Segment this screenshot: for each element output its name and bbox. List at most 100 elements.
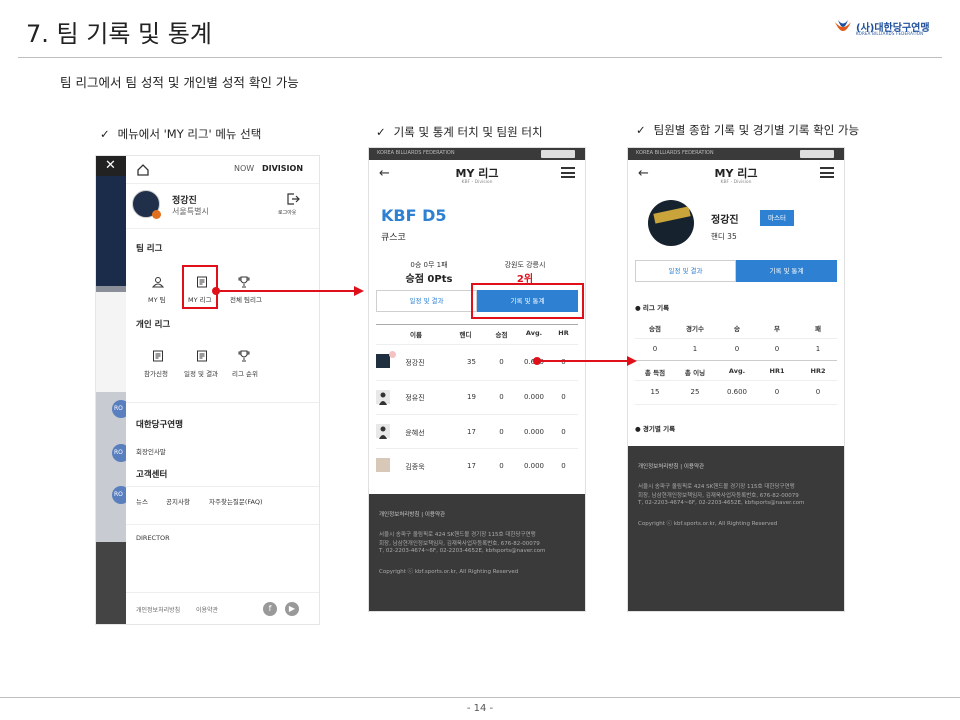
page-number: - 14 - [466,703,494,714]
col-points: 승점 [649,325,661,333]
footer-address: 서울시 송파구 올림픽로 424 SK핸드볼 경기장 115호 대한당구연맹 [379,532,536,538]
highlight-records-tab [471,283,584,319]
document-icon [197,350,207,362]
player-points: 0 [499,393,504,401]
player-avg: 0.000 [523,393,545,401]
logo-subtext: KOREA BILLIARDS FEDERATION [856,31,924,36]
home-icon[interactable] [136,163,150,177]
menu-faq[interactable]: 자주찾는질문(FAQ) [209,496,263,506]
col-hr2: HR2 [810,367,826,375]
page-title: MY 리그 [714,167,758,180]
arrow-line [537,360,629,362]
stat-hr1: 0 [774,388,780,396]
terms-link[interactable]: 이용약관 [684,464,704,470]
menu-all-team-league[interactable]: 전체 팀리그 [230,294,262,304]
match-record-heading: ● 경기별 기록 [635,425,676,433]
person-icon [152,277,164,288]
hamburger-menu-icon[interactable] [561,167,575,178]
player-name[interactable]: 정유진 [395,393,435,403]
menu-greeting[interactable]: 회장인사말 [136,446,166,456]
player-handi: 17 [467,428,476,436]
grade-badge: 마스터 [760,210,794,226]
team-club: 큐스코 [381,233,406,243]
privacy-link[interactable]: 개인정보처리방침 [638,464,678,470]
footer-links: 개인정보처리방침 | 이용약관 [638,464,705,470]
menu-league-rank[interactable]: 리그 순위 [232,368,258,378]
division-tab[interactable]: DIVISION [262,164,303,173]
trophy-icon [238,276,250,288]
player-points: 0 [499,462,504,470]
col-handi: 핸디 [459,331,472,339]
terms-link[interactable]: 이용약관 [196,605,218,614]
stat-total-score: 15 [650,388,660,396]
tab-schedule-results[interactable]: 일정 및 결과 [635,260,736,282]
terms-link[interactable]: 이용약관 [425,512,445,518]
tab-schedule-results[interactable]: 일정 및 결과 [376,290,477,312]
player-points: 0 [499,428,504,436]
team-region: 강원도 강릉시 [504,261,546,269]
youtube-icon[interactable]: ▶ [285,602,299,616]
player-name[interactable]: 김종욱 [395,462,435,472]
menu-news[interactable]: 뉴스 [136,496,148,506]
site-footer: 개인정보처리방침 | 이용약관 서울시 송파구 올림픽로 424 SK핸드볼 경… [628,446,844,611]
federation-bar: KOREA BILLIARDS FEDERATION [628,148,844,160]
arrow-head-icon [627,356,637,366]
menu-my-team[interactable]: MY 팀 [148,294,166,304]
player-name: 정강진 [711,215,739,226]
federation-logo-icon [835,20,851,31]
player-handi: 17 [467,462,476,470]
menu-screen: ✕ RO RO RO NOW DIVISION 정강진 서울특별시 로그아웃 팀… [95,155,320,625]
stat-draws: 0 [774,345,780,353]
federation-logo: (사)대한당구연맹 KOREA BILLIARDS FEDERATION [832,18,936,40]
slide-subtitle: 팀 리그에서 팀 성적 및 개인별 성적 확인 가능 [60,75,299,90]
team-name: KBF D5 [381,206,447,225]
footer-address: 회장, 남삼현개인정보책임자, 김재욱사업자등록번호, 676-82-00079 [638,493,799,499]
footer-address: 서울시 송파구 올림픽로 424 SK핸드볼 경기장 115호 대한당구연맹 [638,484,795,490]
col-losses: 패 [815,325,821,333]
logout-button[interactable]: 로그아웃 [278,209,296,216]
background-page: ✕ RO RO RO [96,156,130,624]
privacy-link[interactable]: 개인정보처리방침 [136,605,180,614]
stat-avg: 0.600 [726,388,748,396]
player-handi: 35 [467,358,476,366]
col-hr: HR [558,329,569,337]
logout-icon[interactable] [286,192,300,206]
my-league-screen: KOREA BILLIARDS FEDERATION ← MY 리그 KBF -… [368,147,586,612]
menu-apply[interactable]: 참가신청 [144,368,168,378]
player-name[interactable]: 정강진 [395,358,435,368]
menu-director[interactable]: DIRECTOR [136,534,170,542]
side-menu: NOW DIVISION 정강진 서울특별시 로그아웃 팀 리그 MY 팀 MY… [126,156,319,624]
now-tab[interactable]: NOW [234,164,254,173]
facebook-icon[interactable]: f [263,602,277,616]
avatar-badge [152,210,161,219]
federation-mini-logo [541,150,575,158]
footer-links: 개인정보처리방침 | 이용약관 [379,512,446,518]
footer-address: T, 02-2203-4674~6F, 02-2203-4652E, kbfsp… [638,500,805,506]
menu-notice[interactable]: 공지사항 [166,496,190,506]
player-badge [389,351,396,358]
team-record: 0승 0무 1패 [410,261,448,269]
document-icon [153,350,163,362]
player-name[interactable]: 윤혜선 [395,428,435,438]
hamburger-menu-icon[interactable] [820,167,834,178]
player-handi: 19 [467,393,476,401]
stat-points: 0 [652,345,658,353]
col-avg: Avg. [728,367,746,375]
player-record-screen: KOREA BILLIARDS FEDERATION ← MY 리그 KBF -… [627,147,845,612]
player-photo [376,424,390,439]
footer-address: T, 02-2203-4674~6F, 02-2203-4652E, kbfsp… [379,548,546,554]
step-1: ✓ 메뉴에서 'MY 리그' 메뉴 선택 [100,127,262,141]
slide-title: 7. 팀 기록 및 통계 [26,20,212,48]
player-hr: 0 [561,462,566,470]
menu-schedule-results[interactable]: 일정 및 결과 [184,368,218,378]
stat-total-innings: 25 [690,388,700,396]
col-games: 경기수 [686,325,704,333]
col-wins: 승 [734,325,740,333]
tab-records-stats[interactable]: 기록 및 통계 [736,260,837,282]
col-name: 이름 [410,331,422,339]
federation-bar: KOREA BILLIARDS FEDERATION [369,148,585,160]
player-avatar [648,200,694,246]
close-icon[interactable]: ✕ [105,158,116,173]
privacy-link[interactable]: 개인정보처리방침 [379,512,419,518]
stat-games: 1 [692,345,698,353]
